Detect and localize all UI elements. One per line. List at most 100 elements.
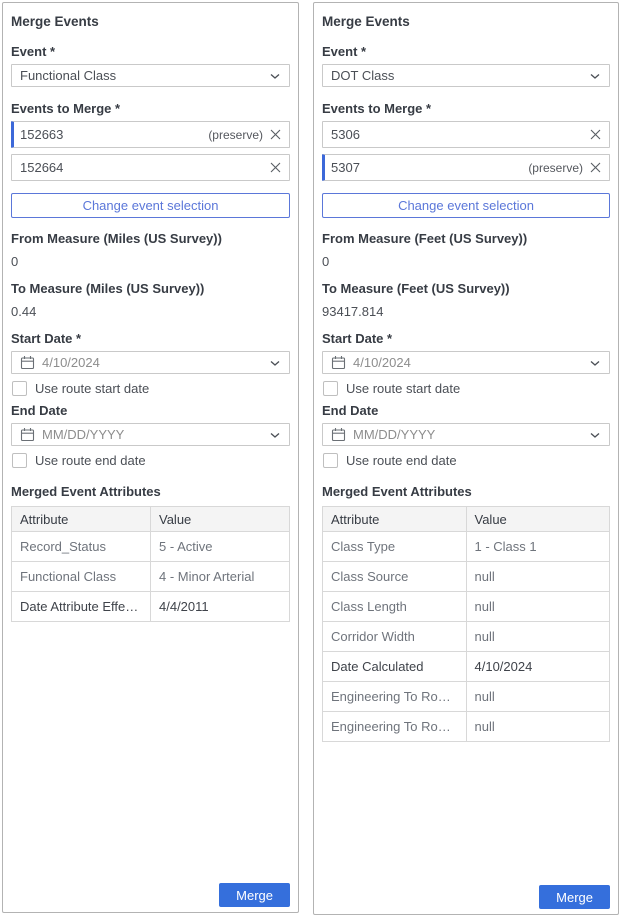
attribute-cell: Corridor Width xyxy=(323,622,467,652)
merged-attributes-table: Attribute Value Class Type 1 - Class 1 C… xyxy=(322,506,610,742)
events-to-merge-label: Events to Merge * xyxy=(322,101,610,117)
end-date-label: End Date xyxy=(322,403,610,419)
table-row: Functional Class 4 - Minor Arterial xyxy=(12,562,290,592)
use-route-end-date-checkbox[interactable]: Use route end date xyxy=(12,453,290,468)
table-header-row: Attribute Value xyxy=(12,507,290,532)
value-cell[interactable]: null xyxy=(466,622,610,652)
checkbox-unchecked-icon xyxy=(323,381,338,396)
preserve-tag: (preserve) xyxy=(208,128,263,142)
attribute-cell: Class Source xyxy=(323,562,467,592)
close-icon[interactable] xyxy=(590,129,601,140)
start-date-input[interactable]: 4/10/2024 xyxy=(11,351,290,374)
chevron-down-icon xyxy=(589,359,601,367)
change-event-selection-button[interactable]: Change event selection xyxy=(11,193,290,218)
use-route-start-date-checkbox[interactable]: Use route start date xyxy=(323,381,610,396)
attribute-cell: Functional Class xyxy=(12,562,151,592)
calendar-icon xyxy=(20,355,35,370)
to-measure-label: To Measure (Feet (US Survey)) xyxy=(322,281,610,297)
table-row: Engineering To RouteID null xyxy=(323,682,610,712)
attribute-cell: Date Attribute Effective xyxy=(12,592,151,622)
preserve-tag: (preserve) xyxy=(528,161,583,175)
close-icon[interactable] xyxy=(270,129,281,140)
end-date-placeholder: MM/DD/YYYY xyxy=(42,427,269,442)
from-measure-value: 0 xyxy=(11,254,290,270)
attribute-column-header: Attribute xyxy=(12,507,151,532)
value-cell[interactable]: 4 - Minor Arterial xyxy=(151,562,290,592)
to-measure-value: 93417.814 xyxy=(322,304,610,320)
from-measure-value: 0 xyxy=(322,254,610,270)
attribute-column-header: Attribute xyxy=(323,507,467,532)
chevron-down-icon xyxy=(589,431,601,439)
value-cell[interactable]: 4/4/2011 xyxy=(151,592,290,622)
attribute-cell: Record_Status xyxy=(12,532,151,562)
value-cell[interactable]: 1 - Class 1 xyxy=(466,532,610,562)
change-event-selection-button[interactable]: Change event selection xyxy=(322,193,610,218)
checkbox-unchecked-icon xyxy=(12,453,27,468)
start-date-label: Start Date * xyxy=(11,331,290,347)
to-measure-value: 0.44 xyxy=(11,304,290,320)
chevron-down-icon xyxy=(269,359,281,367)
attribute-cell: Engineering To RouteID xyxy=(323,682,467,712)
table-row: Corridor Width null xyxy=(323,622,610,652)
value-cell[interactable]: null xyxy=(466,682,610,712)
merged-event-attributes-label: Merged Event Attributes xyxy=(322,484,610,500)
attribute-cell: Class Type xyxy=(323,532,467,562)
value-cell[interactable]: 4/10/2024 xyxy=(466,652,610,682)
checkbox-label: Use route end date xyxy=(346,453,457,468)
checkbox-unchecked-icon xyxy=(323,453,338,468)
value-cell[interactable]: null xyxy=(466,712,610,742)
to-measure-label: To Measure (Miles (US Survey)) xyxy=(11,281,290,297)
value-column-header: Value xyxy=(466,507,610,532)
merge-button[interactable]: Merge xyxy=(219,883,290,907)
merge-events-panel-left: Merge Events Event * Functional Class Ev… xyxy=(2,2,299,913)
table-header-row: Attribute Value xyxy=(323,507,610,532)
use-route-start-date-checkbox[interactable]: Use route start date xyxy=(12,381,290,396)
event-select-value: DOT Class xyxy=(331,68,589,83)
merged-event-attributes-label: Merged Event Attributes xyxy=(11,484,290,500)
checkbox-label: Use route start date xyxy=(35,381,149,396)
chevron-down-icon xyxy=(269,431,281,439)
event-id-input[interactable]: 152663 (preserve) xyxy=(11,121,290,148)
merged-attributes-table: Attribute Value Record_Status 5 - Active… xyxy=(11,506,290,622)
close-icon[interactable] xyxy=(270,162,281,173)
event-select[interactable]: DOT Class xyxy=(322,64,610,87)
table-row: Engineering To Route ... null xyxy=(323,712,610,742)
attribute-cell: Engineering To Route ... xyxy=(323,712,467,742)
table-row: Record_Status 5 - Active xyxy=(12,532,290,562)
event-id-input[interactable]: 152664 xyxy=(11,154,290,181)
start-date-value: 4/10/2024 xyxy=(42,355,269,370)
event-select-value: Functional Class xyxy=(20,68,269,83)
chevron-down-icon xyxy=(269,72,281,80)
events-to-merge-label: Events to Merge * xyxy=(11,101,290,117)
table-row: Class Source null xyxy=(323,562,610,592)
end-date-input[interactable]: MM/DD/YYYY xyxy=(322,423,610,446)
use-route-end-date-checkbox[interactable]: Use route end date xyxy=(323,453,610,468)
calendar-icon xyxy=(20,427,35,442)
checkbox-label: Use route start date xyxy=(346,381,460,396)
event-id-value: 5306 xyxy=(331,127,583,142)
close-icon[interactable] xyxy=(590,162,601,173)
attribute-cell: Class Length xyxy=(323,592,467,622)
value-cell[interactable]: null xyxy=(466,592,610,622)
panel-title: Merge Events xyxy=(11,13,290,30)
table-row: Date Calculated 4/10/2024 xyxy=(323,652,610,682)
end-date-placeholder: MM/DD/YYYY xyxy=(353,427,589,442)
event-id-input[interactable]: 5307 (preserve) xyxy=(322,154,610,181)
panel-title: Merge Events xyxy=(322,13,610,30)
value-cell[interactable]: 5 - Active xyxy=(151,532,290,562)
end-date-input[interactable]: MM/DD/YYYY xyxy=(11,423,290,446)
start-date-value: 4/10/2024 xyxy=(353,355,589,370)
merge-events-panel-right: Merge Events Event * DOT Class Events to… xyxy=(313,2,619,915)
event-id-input[interactable]: 5306 xyxy=(322,121,610,148)
event-select[interactable]: Functional Class xyxy=(11,64,290,87)
event-id-value: 5307 xyxy=(331,160,528,175)
table-row: Class Type 1 - Class 1 xyxy=(323,532,610,562)
table-row: Date Attribute Effective 4/4/2011 xyxy=(12,592,290,622)
start-date-input[interactable]: 4/10/2024 xyxy=(322,351,610,374)
value-column-header: Value xyxy=(151,507,290,532)
start-date-label: Start Date * xyxy=(322,331,610,347)
merge-button[interactable]: Merge xyxy=(539,885,610,909)
from-measure-label: From Measure (Feet (US Survey)) xyxy=(322,231,610,247)
value-cell[interactable]: null xyxy=(466,562,610,592)
checkbox-unchecked-icon xyxy=(12,381,27,396)
